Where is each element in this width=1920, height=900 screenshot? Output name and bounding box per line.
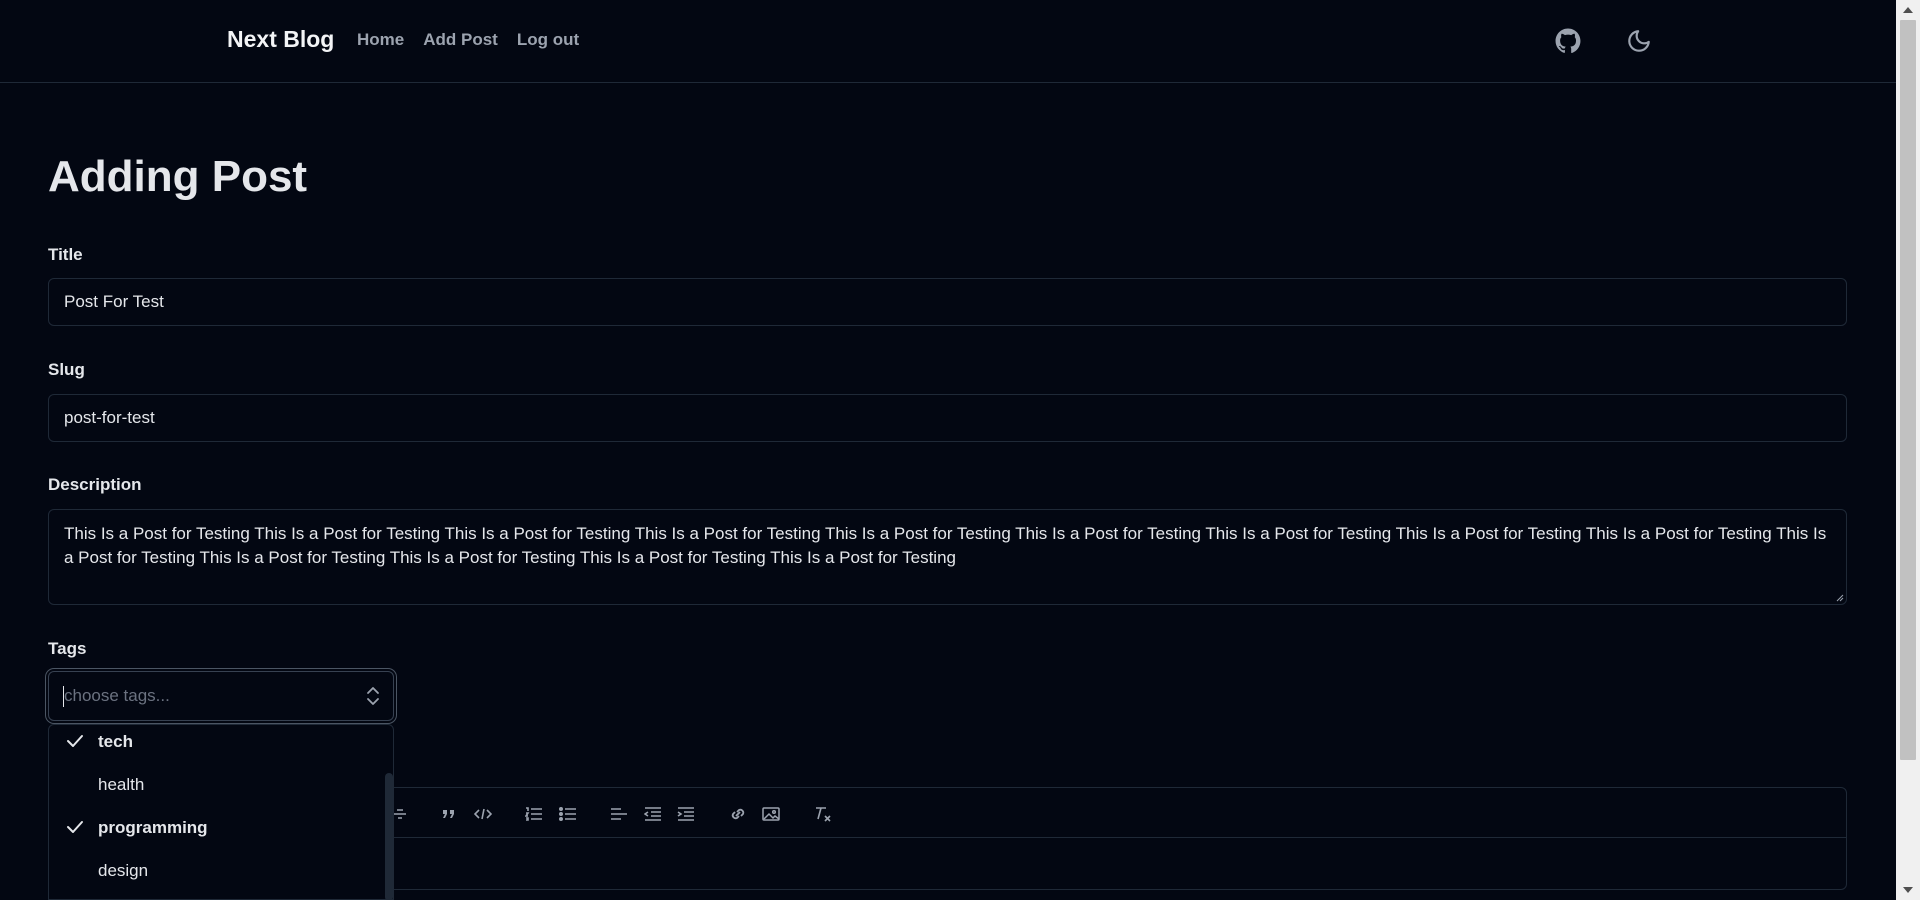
clear-format-icon[interactable] (813, 804, 833, 824)
indent-icon[interactable] (676, 804, 696, 824)
tag-option-label: health (98, 775, 145, 794)
main-nav: Home Add Post Log out (357, 30, 579, 50)
image-icon[interactable] (761, 804, 781, 824)
tags-combobox[interactable]: choose tags... (48, 671, 394, 721)
tag-option-label: design (98, 861, 149, 880)
ordered-list-icon[interactable] (524, 804, 544, 824)
tag-option-design[interactable]: design (49, 850, 379, 890)
top-nav-bar: Next Blog Home Add Post Log out (0, 0, 1896, 83)
tags-dropdown-list: tech health programming design (48, 724, 394, 900)
scroll-down-arrow-icon[interactable] (1903, 887, 1913, 893)
tag-option-label: programming (98, 818, 208, 837)
outdent-icon[interactable] (643, 804, 663, 824)
quote-icon[interactable] (439, 804, 459, 824)
slug-label: Slug (48, 360, 85, 379)
link-icon[interactable] (728, 804, 748, 824)
code-icon[interactable] (473, 804, 493, 824)
description-text: This Is a Post for Testing This Is a Pos… (64, 524, 1827, 567)
resize-handle-icon[interactable] (1834, 592, 1844, 602)
moon-icon[interactable] (1624, 26, 1654, 56)
tags-label: Tags (48, 639, 87, 658)
dropdown-scrollbar[interactable] (385, 773, 393, 899)
tag-option-label: tech (98, 732, 133, 751)
check-icon (67, 735, 83, 747)
scrollbar-thumb[interactable] (1900, 20, 1916, 760)
nav-home-link[interactable]: Home (357, 30, 404, 50)
bullet-list-icon[interactable] (558, 804, 578, 824)
title-input[interactable]: Post For Test (48, 278, 1847, 326)
nav-logout-link[interactable]: Log out (517, 30, 579, 50)
title-label: Title (48, 245, 83, 264)
tag-option-tech[interactable]: tech (49, 725, 379, 761)
tag-option-programming[interactable]: programming (49, 807, 379, 847)
description-label: Description (48, 475, 142, 494)
slug-input[interactable]: post-for-test (48, 394, 1847, 442)
page-scrollbar[interactable] (1896, 0, 1920, 900)
chevron-up-down-icon[interactable] (365, 685, 381, 707)
page-title: Adding Post (48, 152, 308, 201)
scroll-up-arrow-icon[interactable] (1903, 7, 1913, 13)
align-left-icon[interactable] (609, 804, 629, 824)
check-icon (67, 821, 83, 833)
brand-logo[interactable]: Next Blog (227, 26, 334, 53)
nav-add-post-link[interactable]: Add Post (423, 30, 498, 50)
description-textarea[interactable]: This Is a Post for Testing This Is a Pos… (48, 509, 1847, 605)
tag-option-health[interactable]: health (49, 764, 379, 804)
github-icon[interactable] (1553, 26, 1583, 56)
tags-placeholder: choose tags... (64, 686, 170, 705)
